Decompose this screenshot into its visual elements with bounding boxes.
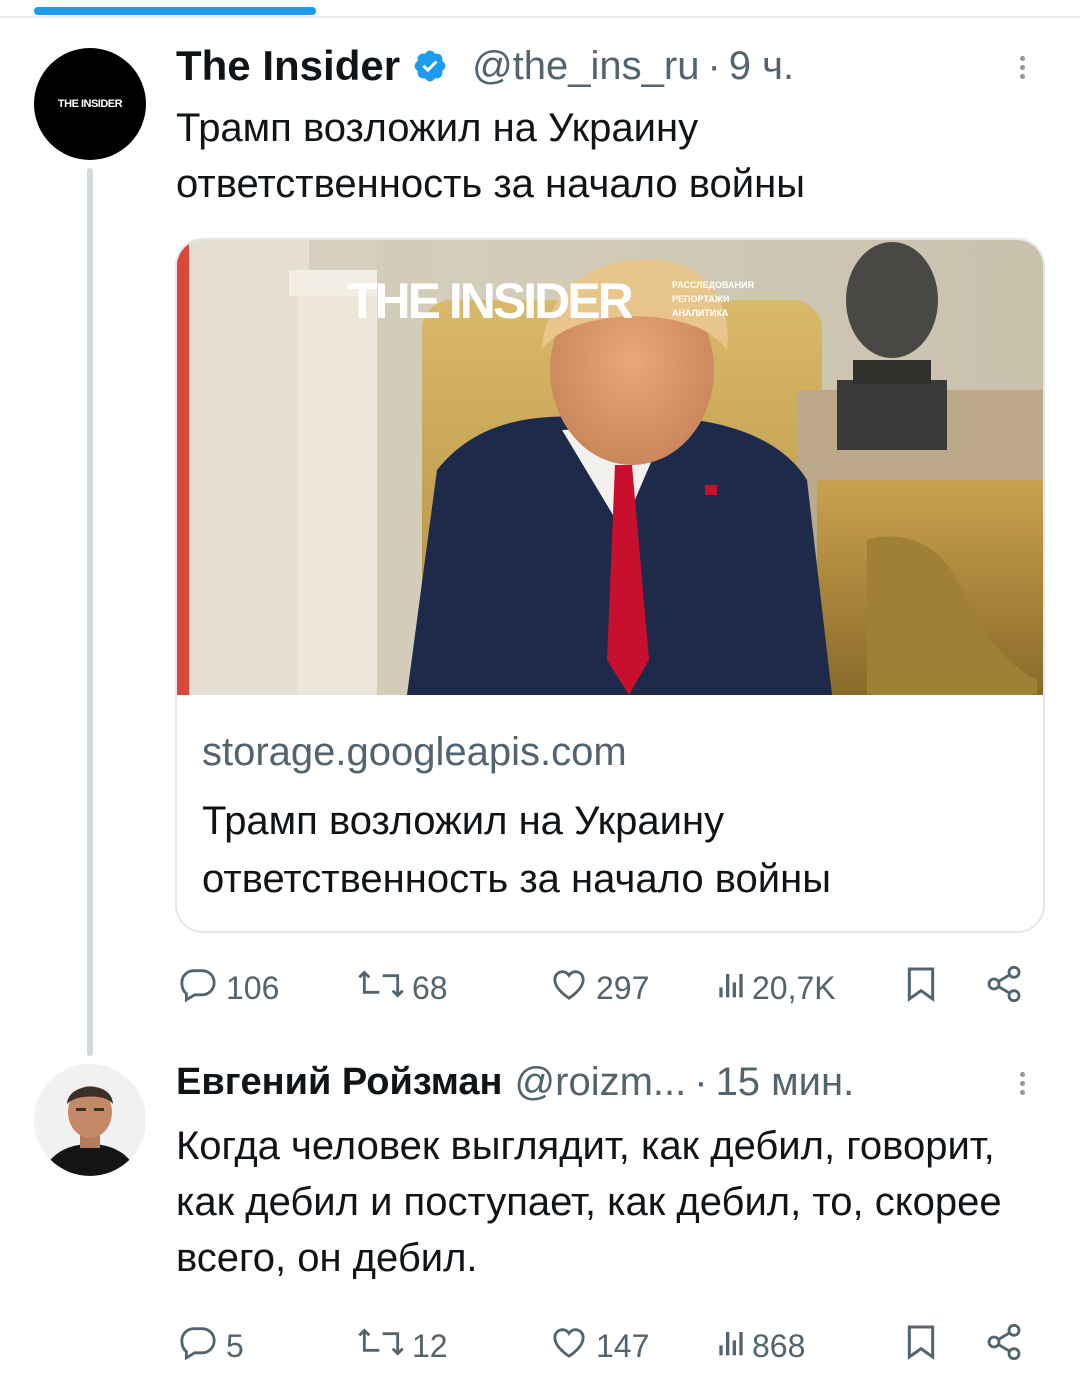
share-button[interactable] <box>984 964 1024 1012</box>
reply-button[interactable]: 5 <box>176 1322 244 1370</box>
like-icon <box>548 1322 590 1370</box>
separator-dot: · <box>707 43 721 88</box>
avatar-roizman[interactable] <box>34 1064 146 1176</box>
retweet-count: 12 <box>412 1327 448 1364</box>
card-tagline-1: РАССЛЕДОВАНИЯ <box>672 280 754 290</box>
tweet-text: Трамп возложил на Украину ответственност… <box>176 106 805 206</box>
like-count: 147 <box>596 1327 650 1364</box>
avatar-logo-text: THE INSIDER <box>57 98 123 110</box>
like-button[interactable]: 147 <box>548 1322 649 1370</box>
verified-icon <box>412 48 448 84</box>
link-preview-card[interactable]: THE INSIDER РАССЛЕДОВАНИЯ РЕПОРТАЖИ АНАЛ… <box>175 238 1045 933</box>
tweet-header: The Insider @the_ins_ru · 9 ч. <box>176 38 794 94</box>
retweet-count: 68 <box>412 969 448 1006</box>
reply-icon <box>176 1322 220 1370</box>
bookmark-icon <box>904 1322 938 1370</box>
loading-progress-bar <box>34 7 316 15</box>
views-button[interactable]: 868 <box>716 1322 805 1370</box>
tweet-time[interactable]: 9 ч. <box>729 44 794 89</box>
retweet-icon <box>356 964 406 1012</box>
card-tagline-3: АНАЛИТИКА <box>672 308 729 318</box>
card-tagline-2: РЕПОРТАЖИ <box>672 294 729 304</box>
reply-count: 5 <box>226 1327 244 1364</box>
separator-dot: · <box>694 1059 708 1104</box>
retweet-button[interactable]: 12 <box>356 1322 448 1370</box>
tweet-actions: 5 12 147 868 <box>176 1322 1036 1370</box>
author-handle[interactable]: @roizm... <box>515 1060 687 1105</box>
tweet-header: Евгений Ройзман @roizm... · 15 мин. <box>176 1054 854 1110</box>
thread-connector-line <box>87 168 93 1056</box>
bookmark-button[interactable] <box>904 1322 938 1370</box>
bookmark-button[interactable] <box>904 964 938 1012</box>
more-icon[interactable] <box>1020 1068 1028 1099</box>
reply-button[interactable]: 106 <box>176 964 279 1012</box>
views-icon <box>716 1322 746 1370</box>
more-icon[interactable] <box>1020 52 1028 83</box>
share-icon <box>984 1322 1024 1370</box>
top-divider <box>0 16 1080 18</box>
like-button[interactable]: 297 <box>548 964 649 1012</box>
views-count: 868 <box>752 1327 806 1364</box>
like-icon <box>548 964 590 1012</box>
author-handle[interactable]: @the_ins_ru <box>472 44 699 89</box>
avatar-photo <box>34 1064 146 1176</box>
reply-icon <box>176 964 220 1012</box>
card-title: Трамп возложил на Украину ответственност… <box>202 799 831 901</box>
author-name[interactable]: The Insider <box>176 42 400 90</box>
card-domain: storage.googleapis.com <box>202 730 627 774</box>
card-image: THE INSIDER РАССЛЕДОВАНИЯ РЕПОРТАЖИ АНАЛ… <box>177 240 1043 695</box>
tweet-time[interactable]: 15 мин. <box>716 1060 855 1105</box>
avatar-the-insider[interactable]: THE INSIDER <box>34 48 146 160</box>
card-logo: THE INSIDER <box>347 273 634 329</box>
tweet-actions: 106 68 297 20,7K <box>176 964 1036 1012</box>
share-button[interactable] <box>984 1322 1024 1370</box>
share-icon <box>984 964 1024 1012</box>
retweet-icon <box>356 1322 406 1370</box>
bookmark-icon <box>904 964 938 1012</box>
views-icon <box>716 964 746 1012</box>
tweet-text: Когда человек выглядит, как дебил, говор… <box>176 1124 1002 1280</box>
reply-count: 106 <box>226 969 280 1006</box>
views-count: 20,7K <box>752 969 836 1006</box>
author-name[interactable]: Евгений Ройзман <box>176 1061 503 1104</box>
views-button[interactable]: 20,7K <box>716 964 836 1012</box>
like-count: 297 <box>596 969 650 1006</box>
retweet-button[interactable]: 68 <box>356 964 448 1012</box>
